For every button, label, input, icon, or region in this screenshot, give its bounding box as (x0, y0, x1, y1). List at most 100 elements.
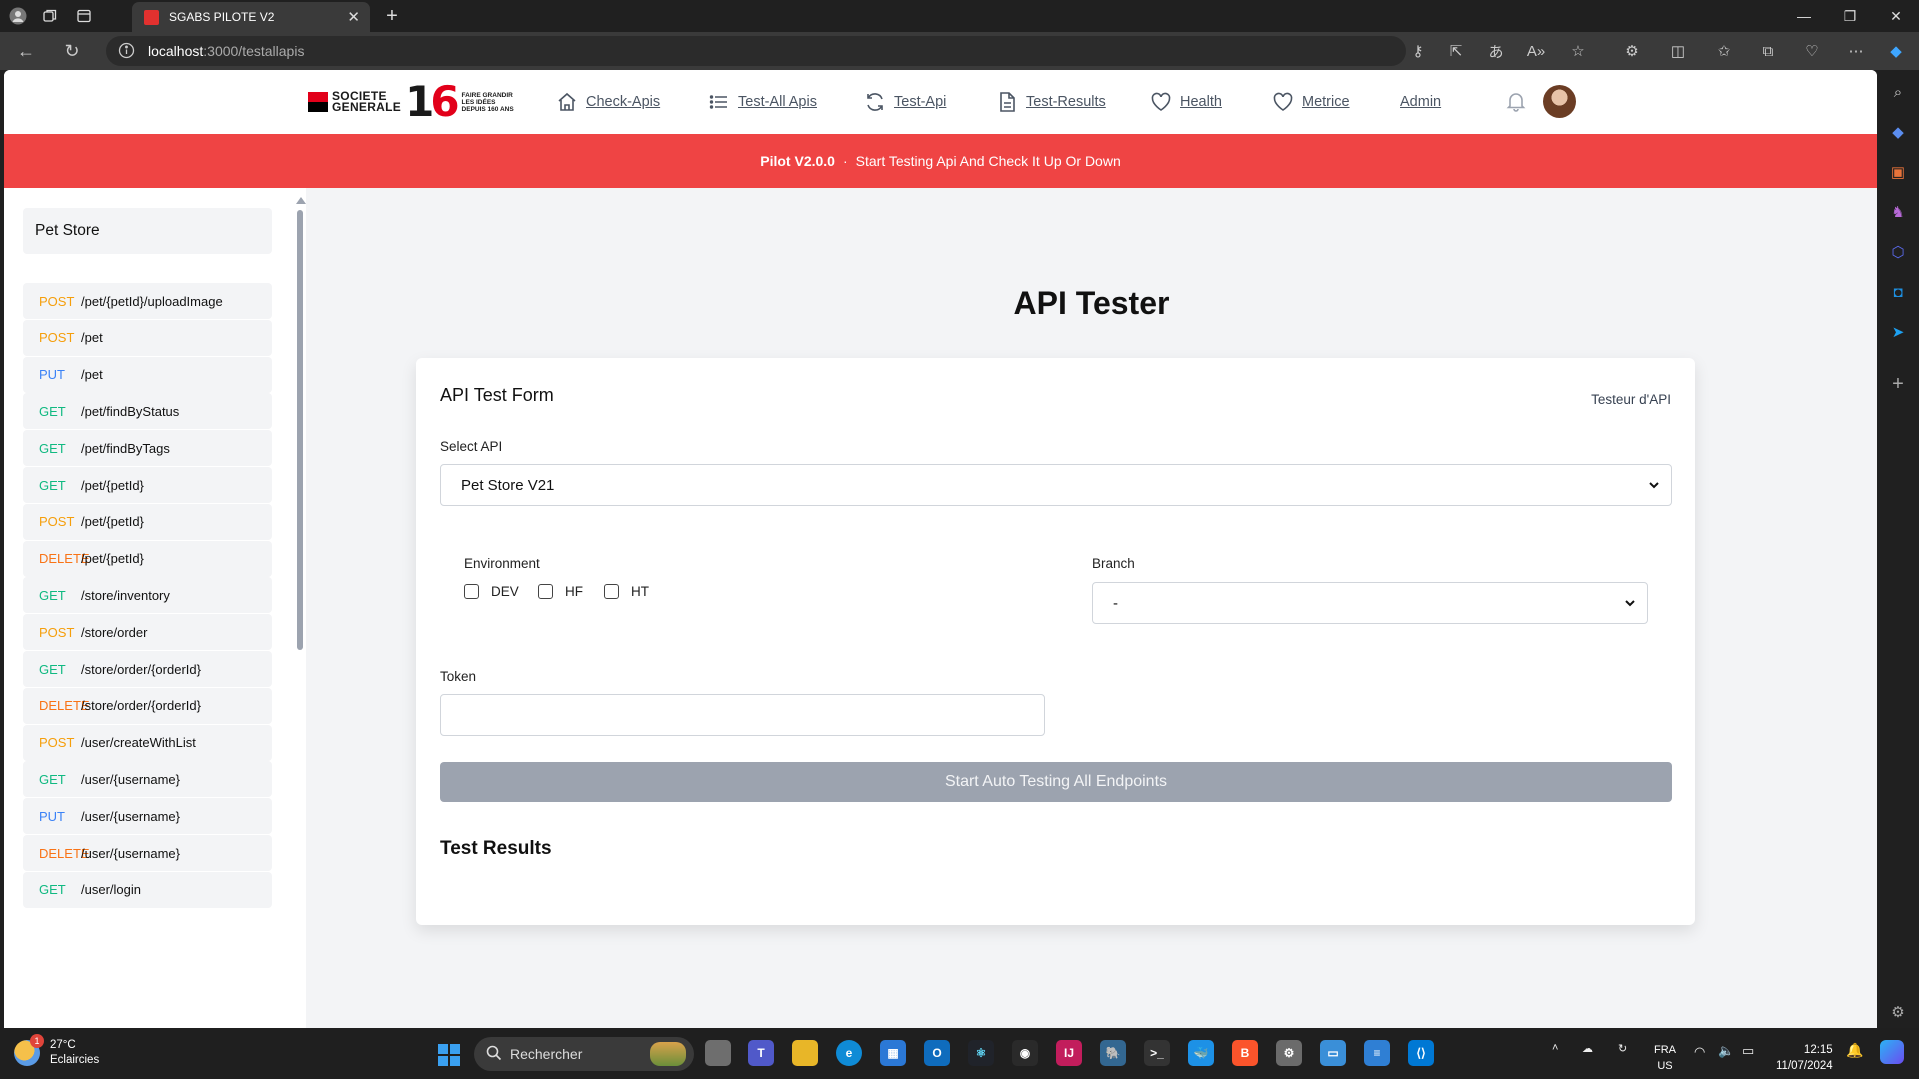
store-icon[interactable]: ▦ (880, 1040, 906, 1066)
send-icon[interactable]: ➤ (1886, 320, 1910, 344)
endpoint-item[interactable]: POST/pet/{petId}/uploadImage (23, 283, 272, 319)
copilot-app-icon[interactable]: ◉ (1012, 1040, 1038, 1066)
endpoint-item[interactable]: GET/pet/{petId} (23, 467, 272, 503)
translate-icon[interactable]: あ (1484, 39, 1508, 63)
system-clock[interactable]: 12:15 11/07/2024 (1776, 1042, 1833, 1074)
restore-icon[interactable]: ❐ (1827, 0, 1873, 32)
volume-icon[interactable]: 🔈 (1718, 1043, 1734, 1059)
open-app-icon[interactable]: ⇱ (1444, 39, 1468, 63)
taskbar-search[interactable]: Rechercher (474, 1037, 694, 1071)
collections-icon[interactable]: ⧉ (1756, 39, 1780, 63)
endpoint-item[interactable]: PUT/user/{username} (23, 798, 272, 835)
start-auto-testing-button[interactable]: Start Auto Testing All Endpoints (440, 762, 1672, 802)
notepad-icon[interactable]: ≡ (1364, 1040, 1390, 1066)
url-input[interactable]: localhost:3000/testallapis (106, 36, 1406, 66)
minimize-icon[interactable]: — (1781, 0, 1827, 32)
checkbox-ht[interactable] (604, 584, 619, 599)
endpoint-item[interactable]: PUT/pet (23, 356, 272, 393)
branch-dropdown[interactable]: - (1092, 582, 1648, 624)
tag-icon[interactable]: ◆ (1886, 120, 1910, 144)
user-avatar[interactable] (1543, 85, 1576, 118)
windows-start-icon[interactable] (438, 1044, 460, 1066)
notifications-icon[interactable]: 🔔 (1846, 1042, 1863, 1059)
window-close-icon[interactable]: ✕ (1873, 0, 1919, 32)
endpoint-item[interactable]: POST/user/createWithList (23, 724, 272, 761)
weather-widget[interactable]: 1 27°C Eclaircies (14, 1034, 99, 1068)
endpoint-item[interactable]: GET/pet/findByStatus (23, 393, 272, 430)
terminal-icon[interactable]: >_ (1144, 1040, 1170, 1066)
games-icon[interactable]: ♞ (1886, 200, 1910, 224)
tab-close-icon[interactable]: ✕ (347, 8, 360, 26)
outlook-taskbar-icon[interactable]: O (924, 1040, 950, 1066)
nav-test-api[interactable]: Test-Api (864, 90, 946, 114)
split-screen-icon[interactable]: ◫ (1666, 39, 1690, 63)
outlook-icon[interactable]: ◘ (1886, 280, 1910, 304)
env-checkbox-ht[interactable]: HT (604, 584, 649, 599)
task-view-icon[interactable] (705, 1040, 731, 1066)
env-checkbox-dev[interactable]: DEV (464, 584, 519, 599)
sidebar-scrollbar-thumb[interactable] (297, 210, 303, 650)
endpoint-item[interactable]: POST/pet/{petId} (23, 503, 272, 540)
tab-actions-icon[interactable] (72, 4, 96, 28)
brave-icon[interactable]: B (1232, 1040, 1258, 1066)
postgres-icon[interactable]: 🐘 (1100, 1040, 1126, 1066)
endpoint-item[interactable]: POST/pet (23, 319, 272, 356)
endpoint-item[interactable]: GET/store/inventory (23, 577, 272, 614)
nav-check-apis[interactable]: Check-Apis (556, 90, 660, 114)
workspaces-icon[interactable] (38, 4, 62, 28)
nav-health[interactable]: Health (1150, 90, 1222, 114)
favorite-star-icon[interactable]: ☆ (1566, 39, 1590, 63)
endpoint-item[interactable]: DELETE/pet/{petId} (23, 540, 272, 577)
checkbox-dev[interactable] (464, 584, 479, 599)
copilot-side-icon[interactable]: ⬡ (1886, 240, 1910, 264)
checkbox-hf[interactable] (538, 584, 553, 599)
copilot-tray-icon[interactable] (1880, 1040, 1904, 1064)
endpoint-item[interactable]: DELETE/user/{username} (23, 835, 272, 871)
notification-bell-icon[interactable] (1505, 90, 1527, 112)
profile-icon[interactable] (6, 4, 30, 28)
endpoint-item[interactable]: GET/store/order/{orderId} (23, 651, 272, 687)
token-input[interactable] (440, 694, 1045, 736)
endpoint-item[interactable]: DELETE/store/order/{orderId} (23, 687, 272, 724)
file-explorer-icon[interactable] (792, 1040, 818, 1066)
societe-generale-logo[interactable]: SOCIETE GENERALE 16 FAIRE GRANDIR LES ID… (308, 81, 514, 123)
settings-icon[interactable]: ⚙ (1886, 1000, 1910, 1024)
add-sidebar-icon[interactable]: + (1886, 372, 1910, 396)
nav-metrice[interactable]: Metrice (1272, 90, 1350, 114)
battery-icon[interactable]: ▭ (1742, 1043, 1754, 1059)
teams-icon[interactable]: T (748, 1040, 774, 1066)
wifi-icon[interactable]: ◠ (1694, 1044, 1705, 1060)
nav-admin[interactable]: Admin (1400, 90, 1441, 114)
endpoint-item[interactable]: GET/user/{username} (23, 761, 272, 798)
endpoint-item[interactable]: GET/pet/findByTags (23, 430, 272, 467)
remote-desktop-icon[interactable]: ▭ (1320, 1040, 1346, 1066)
onedrive-icon[interactable]: ☁ (1582, 1042, 1593, 1055)
endpoint-item[interactable]: GET/user/login (23, 871, 272, 908)
docker-icon[interactable]: 🐳 (1188, 1040, 1214, 1066)
nav-test-results[interactable]: Test-Results (996, 90, 1106, 114)
scroll-up-arrow-icon[interactable] (296, 197, 306, 204)
intellij-icon[interactable]: IJ (1056, 1040, 1082, 1066)
back-icon[interactable]: ← (14, 39, 38, 63)
new-tab-icon[interactable]: + (380, 4, 404, 28)
key-icon[interactable]: ⚷ (1406, 39, 1430, 63)
vscode-icon[interactable]: ⟨⟩ (1408, 1040, 1434, 1066)
language-indicator[interactable]: FRA US (1654, 1042, 1676, 1074)
env-checkbox-hf[interactable]: HF (538, 584, 583, 599)
reload-icon[interactable]: ↻ (60, 39, 84, 63)
read-aloud-icon[interactable]: A» (1524, 39, 1548, 63)
search-icon[interactable]: ⌕ (1886, 80, 1910, 104)
tray-chevron-up-icon[interactable]: ˄ (1552, 1042, 1558, 1054)
sync-icon[interactable]: ↻ (1618, 1042, 1627, 1055)
toolbox-icon[interactable]: ▣ (1886, 160, 1910, 184)
react-icon[interactable]: ⚛ (968, 1040, 994, 1066)
favorites-icon[interactable]: ✩ (1712, 39, 1736, 63)
settings-app-icon[interactable]: ⚙ (1276, 1040, 1302, 1066)
extensions-icon[interactable]: ⚙ (1620, 39, 1644, 63)
copilot-icon[interactable]: ◆ (1884, 39, 1908, 63)
endpoint-item[interactable]: POST/store/order (23, 614, 272, 651)
more-menu-icon[interactable]: ⋯ (1844, 39, 1868, 63)
select-api-dropdown[interactable]: Pet Store V21 (440, 464, 1672, 506)
browser-tab-active[interactable]: SGABS PILOTE V2 ✕ (132, 2, 370, 32)
browser-essentials-icon[interactable]: ♡ (1800, 39, 1824, 63)
